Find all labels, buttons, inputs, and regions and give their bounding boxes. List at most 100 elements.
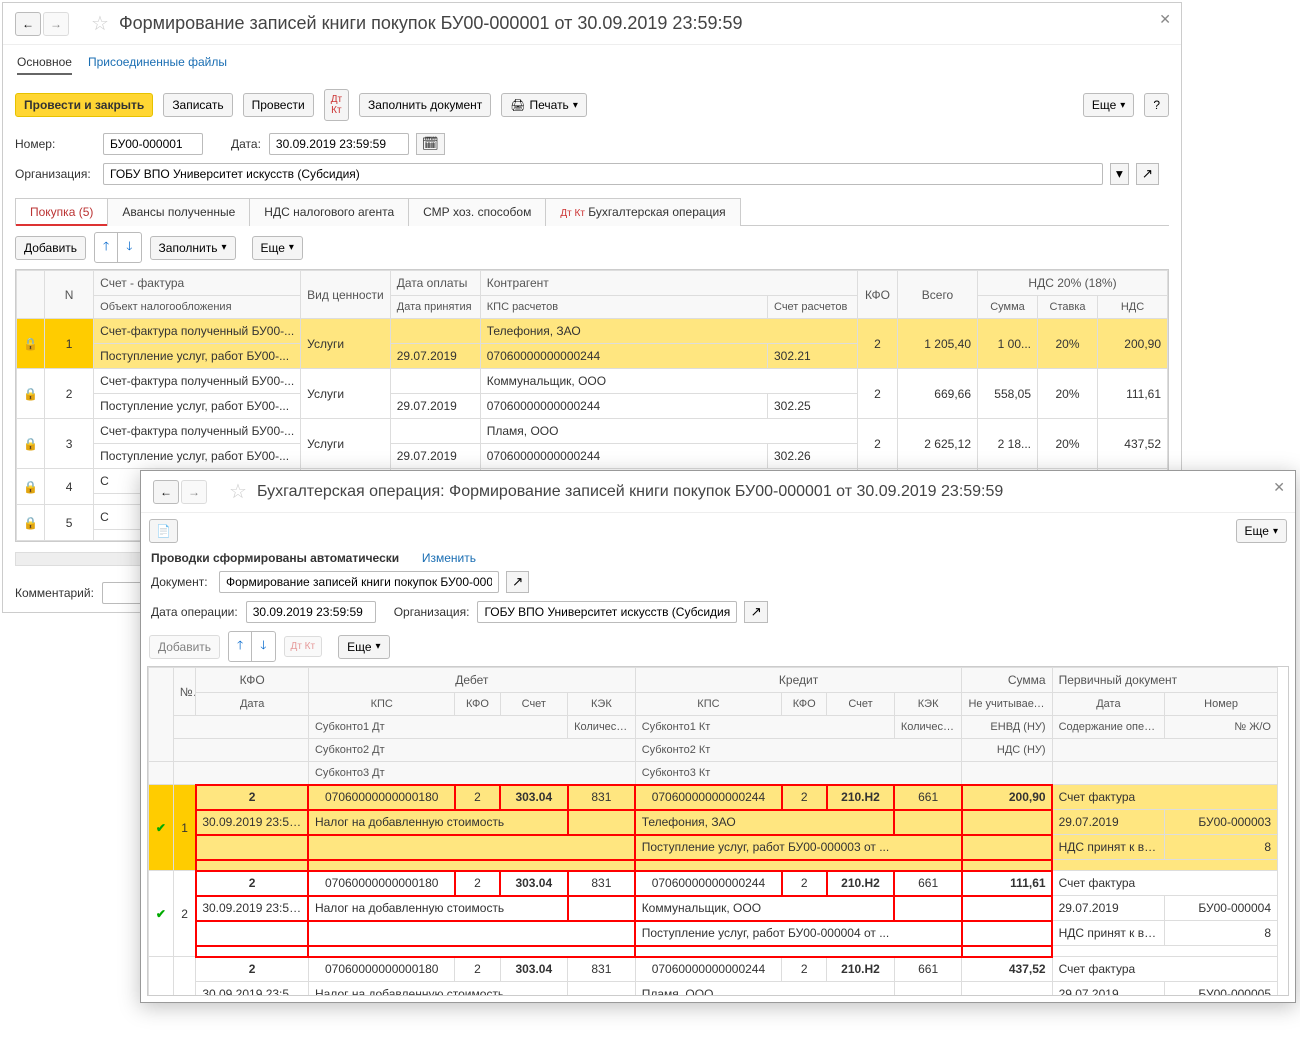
add-posting-button[interactable]: Добавить xyxy=(149,635,220,659)
dtkt-button[interactable]: ДтКт xyxy=(324,89,349,121)
org-open-button-2[interactable]: ↗ xyxy=(744,601,767,623)
calendar-button[interactable]: 🗓 xyxy=(416,133,445,155)
dtkt-button-2[interactable]: Дт Кт xyxy=(284,636,323,657)
tab-nds-agent[interactable]: НДС налогового агента xyxy=(249,198,409,226)
col2-envd: ЕНВД (НУ) xyxy=(962,716,1052,739)
postings-toolbar: Добавить 🡑 🡓 Дт Кт Еще xyxy=(141,627,1295,666)
org-label-2: Организация: xyxy=(394,605,470,619)
window-title: Формирование записей книги покупок БУ00-… xyxy=(119,13,743,34)
post-and-close-button[interactable]: Провести и закрыть xyxy=(15,93,153,117)
favorite-star-icon[interactable]: ☆ xyxy=(91,11,109,36)
fill-button[interactable]: Заполнить xyxy=(150,236,236,260)
move-down-button-2[interactable]: 🡓 xyxy=(252,632,274,661)
op-date-label: Дата операции: xyxy=(151,605,238,619)
favorite-star-icon-2[interactable]: ☆ xyxy=(229,479,247,504)
post-button[interactable]: Провести xyxy=(243,93,314,117)
move-row-buttons: 🡑 🡓 xyxy=(94,232,142,263)
tab-advances[interactable]: Авансы полученные xyxy=(107,198,250,226)
col-nds-group: НДС 20% (18%) xyxy=(978,271,1168,296)
close-icon[interactable]: ✕ xyxy=(1159,11,1171,28)
posting-row[interactable] xyxy=(149,946,1278,957)
tab-accounting-op[interactable]: Дт Кт Бухгалтерская операция xyxy=(545,198,740,226)
save-button[interactable]: Записать xyxy=(163,93,232,117)
posting-row[interactable] xyxy=(149,860,1278,871)
col2-credit: Кредит xyxy=(635,668,962,693)
org-dropdown-button[interactable]: ▾ xyxy=(1110,163,1129,185)
col2-pnum: Номер xyxy=(1165,693,1278,716)
op-date-input[interactable] xyxy=(246,601,376,623)
tab-smr[interactable]: СМР хоз. способом xyxy=(408,198,546,226)
table-row[interactable]: 🔒 3 Счет-фактура полученный БУ00-...Услу… xyxy=(17,419,1168,444)
col-accept-date: Дата принятия xyxy=(390,296,480,319)
report-button[interactable]: 📄 xyxy=(149,519,178,543)
print-button[interactable]: 🖨 Печать xyxy=(501,93,587,117)
table-row[interactable]: 🔒 1 Счет-фактура полученный БУ00-...Услу… xyxy=(17,319,1168,344)
col2-ndsnu: НДС (НУ) xyxy=(962,739,1052,762)
table-more-button[interactable]: Еще xyxy=(252,236,303,260)
lock-icon: 🔒 xyxy=(23,387,38,401)
tab-purchases[interactable]: Покупка (5) xyxy=(15,198,108,226)
nav-attached-files[interactable]: Присоединенные файлы xyxy=(88,51,227,75)
posting-row[interactable]: Поступление услуг, работ БУ00-000004 от … xyxy=(149,921,1278,946)
col-pay-date: Дата оплаты xyxy=(390,271,480,296)
col2-date: Дата xyxy=(196,693,309,716)
nav-forward-button[interactable]: → xyxy=(43,12,69,36)
posting-row[interactable]: 30.09.2019 23:59:59 Налог на добавленную… xyxy=(149,896,1278,921)
number-label: Номер: xyxy=(15,137,95,151)
more-button-2[interactable]: Еще xyxy=(1236,519,1287,543)
col2-sk2k: Субконто2 Кт xyxy=(635,739,962,762)
org-open-button[interactable]: ↗ xyxy=(1136,163,1159,185)
main-toolbar: Провести и закрыть Записать Провести ДтК… xyxy=(3,81,1181,129)
doc-label: Документ: xyxy=(151,575,211,589)
move-down-button[interactable]: 🡓 xyxy=(118,233,140,262)
col2-sk3k: Субконто3 Кт xyxy=(635,762,962,785)
more-button[interactable]: Еще xyxy=(1083,93,1134,117)
print-label: Печать xyxy=(530,98,569,112)
add-row-button[interactable]: Добавить xyxy=(15,236,86,260)
col-tax-object: Объект налогообложения xyxy=(94,296,301,319)
posting-row[interactable]: ✔ 1 2 070600000000001802303.04831 070600… xyxy=(149,785,1278,810)
lock-icon: 🔒 xyxy=(23,337,38,351)
change-link[interactable]: Изменить xyxy=(422,551,476,565)
col2-sk2d: Субконто2 Дт xyxy=(308,739,635,762)
org-input[interactable] xyxy=(103,163,1103,185)
doc-open-button[interactable]: ↗ xyxy=(506,571,529,593)
postings-more-button[interactable]: Еще xyxy=(338,635,389,659)
col2-sk1d: Субконто1 Дт xyxy=(308,716,567,739)
col-rate: Ставка xyxy=(1038,296,1098,319)
posting-row[interactable]: ✔ 3 2 070600000000001802303.04831 070600… xyxy=(149,957,1278,982)
posting-row[interactable]: ✔ 2 2 070600000000001802303.04831 070600… xyxy=(149,871,1278,896)
window-title-2: Бухгалтерская операция: Формирование зап… xyxy=(257,483,1003,501)
move-up-button-2[interactable]: 🡑 xyxy=(229,632,252,661)
nav-back-button-2[interactable]: ← xyxy=(153,480,179,504)
col2-dkek: КЭК xyxy=(568,693,636,716)
help-button[interactable]: ? xyxy=(1144,93,1169,117)
posting-row[interactable]: 30.09.2019 23:59:59 Налог на добавленную… xyxy=(149,982,1278,997)
nav-back-button[interactable]: ← xyxy=(15,12,41,36)
dtkt-icon: Дт Кт xyxy=(560,208,585,219)
lock-icon: 🔒 xyxy=(23,516,38,530)
move-up-button[interactable]: 🡑 xyxy=(95,233,118,262)
close-icon-2[interactable]: ✕ xyxy=(1273,479,1285,496)
col2-kfo: КФО xyxy=(196,668,309,693)
doc-input[interactable] xyxy=(219,571,499,593)
posting-row[interactable]: 30.09.2019 23:59:59 Налог на добавленную… xyxy=(149,810,1278,835)
nav-forward-button-2[interactable]: → xyxy=(181,480,207,504)
col2-qty-d: Количество xyxy=(568,716,636,739)
col2-debit: Дебет xyxy=(308,668,635,693)
org-input-2[interactable] xyxy=(477,601,737,623)
table-row[interactable]: 🔒 2 Счет-фактура полученный БУ00-...Услу… xyxy=(17,369,1168,394)
titlebar-2: ← → ☆ Бухгалтерская операция: Формирован… xyxy=(141,471,1295,513)
posting-row[interactable]: Поступление услуг, работ БУ00-000003 от … xyxy=(149,835,1278,860)
col2-zho: № Ж/О xyxy=(1165,716,1278,739)
col2-sod: Содержание операции xyxy=(1052,716,1165,739)
fill-document-button[interactable]: Заполнить документ xyxy=(359,93,491,117)
titlebar: ← → ☆ Формирование записей книги покупок… xyxy=(3,3,1181,45)
lock-icon: 🔒 xyxy=(23,480,38,494)
date-input[interactable] xyxy=(269,133,409,155)
check-icon: ✔ xyxy=(156,993,166,997)
nav-main[interactable]: Основное xyxy=(17,51,72,75)
number-input[interactable] xyxy=(103,133,203,155)
col2-qty-k: Количество xyxy=(894,716,962,739)
org-label: Организация: xyxy=(15,167,95,181)
